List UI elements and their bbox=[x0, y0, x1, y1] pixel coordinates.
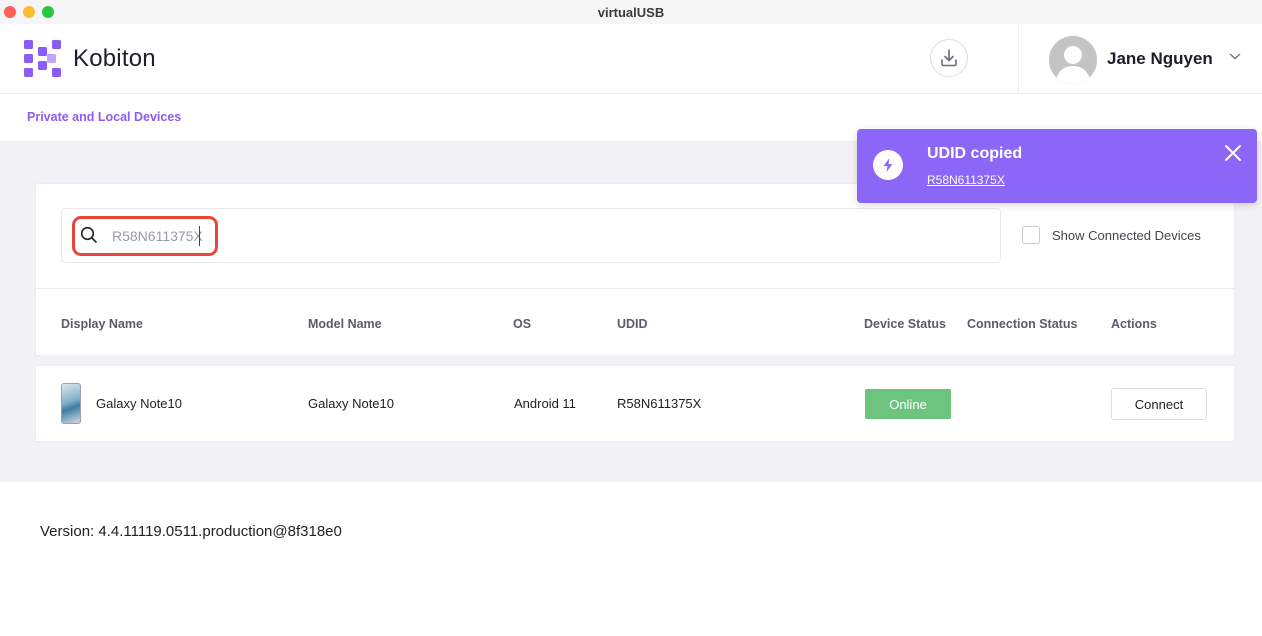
show-connected-filter[interactable]: Show Connected Devices bbox=[1022, 226, 1201, 244]
search-highlight-annotation bbox=[72, 216, 218, 256]
header-model-name[interactable]: Model Name bbox=[308, 317, 382, 331]
table-header: Display Name Model Name OS UDID Device S… bbox=[36, 288, 1234, 356]
header-divider bbox=[1018, 24, 1019, 94]
header-device-status[interactable]: Device Status bbox=[864, 317, 946, 331]
header-display-name[interactable]: Display Name bbox=[61, 317, 143, 331]
chevron-down-icon[interactable] bbox=[1228, 51, 1242, 61]
close-icon[interactable] bbox=[1223, 143, 1243, 163]
devices-card: Show Connected Devices Display Name Mode… bbox=[35, 183, 1235, 356]
zoom-window-button[interactable] bbox=[42, 6, 54, 18]
show-connected-label: Show Connected Devices bbox=[1052, 227, 1201, 243]
close-window-button[interactable] bbox=[4, 6, 16, 18]
search-box[interactable] bbox=[61, 208, 1001, 263]
toast-udid-link[interactable]: R58N611375X bbox=[927, 173, 1005, 187]
version-text: Version: 4.4.11119.0511.production@8f318… bbox=[40, 523, 342, 540]
header-connection-status[interactable]: Connection Status bbox=[967, 317, 1077, 331]
table-row: Galaxy Note10 Galaxy Note10 Android 11 R… bbox=[35, 365, 1235, 442]
connect-button[interactable]: Connect bbox=[1111, 388, 1207, 420]
show-connected-checkbox[interactable] bbox=[1022, 226, 1040, 244]
toast-notification: UDID copied R58N611375X bbox=[857, 129, 1257, 203]
cell-display-name: Galaxy Note10 bbox=[96, 396, 182, 411]
kobiton-logo-icon bbox=[24, 40, 61, 77]
avatar[interactable] bbox=[1049, 36, 1097, 84]
cell-model-name: Galaxy Note10 bbox=[308, 396, 394, 411]
header-udid[interactable]: UDID bbox=[617, 317, 648, 331]
window-titlebar: virtualUSB bbox=[0, 0, 1262, 24]
device-thumbnail bbox=[61, 383, 81, 424]
cell-udid[interactable]: R58N611375X bbox=[617, 396, 701, 411]
download-icon bbox=[941, 49, 957, 67]
logo-text: Kobiton bbox=[73, 44, 156, 72]
header-os[interactable]: OS bbox=[513, 317, 531, 331]
window-controls bbox=[4, 6, 54, 18]
user-avatar-icon bbox=[1049, 36, 1097, 84]
status-badge: Online bbox=[865, 389, 951, 419]
user-name[interactable]: Jane Nguyen bbox=[1107, 49, 1213, 69]
window-title: virtualUSB bbox=[597, 4, 665, 20]
toast-title: UDID copied bbox=[927, 145, 1023, 162]
cell-os: Android 11 bbox=[514, 396, 576, 411]
app-header: Kobiton Jane Nguyen bbox=[0, 24, 1262, 94]
minimize-window-button[interactable] bbox=[23, 6, 35, 18]
lightning-icon bbox=[873, 150, 903, 180]
download-button[interactable] bbox=[930, 39, 968, 77]
header-actions: Actions bbox=[1111, 317, 1157, 331]
nav-private-local-devices[interactable]: Private and Local Devices bbox=[27, 110, 181, 124]
logo[interactable]: Kobiton bbox=[24, 40, 156, 77]
